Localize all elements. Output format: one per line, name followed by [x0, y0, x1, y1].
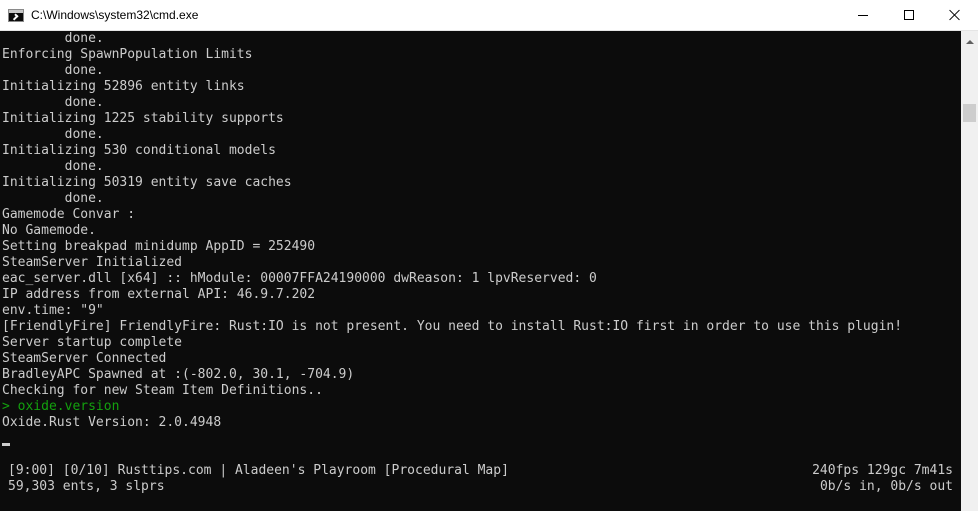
arrow-up-icon [965, 39, 974, 44]
console-line: done. [2, 95, 104, 110]
close-icon [949, 9, 961, 21]
maximize-button[interactable] [886, 0, 932, 31]
text-cursor [2, 443, 10, 446]
command-input-line: > oxide.version [2, 399, 120, 414]
console-line: done. [2, 191, 104, 206]
console-line: SteamServer Connected [2, 351, 167, 366]
console-line: Initializing 52896 entity links [2, 79, 245, 94]
console-line: done. [2, 63, 104, 78]
console-line: Setting breakpad minidump AppID = 252490 [2, 239, 316, 254]
server-info: [9:00] [0/10] Rusttips.com | Aladeen's P… [8, 463, 509, 478]
console-line: No Gamemode. [2, 223, 96, 238]
title-bar[interactable]: C:\Windows\system32\cmd.exe [0, 0, 978, 31]
console-line: Checking for new Steam Item Definitions.… [2, 383, 323, 398]
console-line: done. [2, 159, 104, 174]
console-line: done. [2, 127, 104, 142]
console-log: done. Enforcing SpawnPopulation Limits do… [2, 31, 902, 431]
vertical-scrollbar[interactable] [961, 31, 978, 511]
entity-count: 59,303 ents, 3 slprs [8, 479, 165, 494]
console-line: done. [2, 31, 104, 46]
console-line: [FriendlyFire] FriendlyFire: Rust:IO is … [2, 319, 903, 334]
console-line: BradleyAPC Spawned at :(-802.0, 30.1, -7… [2, 367, 355, 382]
cmd-icon[interactable] [8, 8, 24, 22]
console-line: Initializing 530 conditional models [2, 143, 276, 158]
console-output[interactable]: done. Enforcing SpawnPopulation Limits do… [0, 31, 961, 511]
console-line: Gamemode Convar : [2, 207, 136, 222]
maximize-icon [904, 10, 914, 20]
window-title: C:\Windows\system32\cmd.exe [31, 8, 199, 22]
console-line: IP address from external API: 46.9.7.202 [2, 287, 316, 302]
console-line: Server startup complete [2, 335, 183, 350]
console-line: SteamServer Initialized [2, 255, 183, 270]
console-line: Enforcing SpawnPopulation Limits [2, 47, 253, 62]
console-line: env.time: "9" [2, 303, 104, 318]
scroll-thumb[interactable] [963, 104, 976, 122]
window-controls [840, 0, 978, 31]
console-line: Initializing 1225 stability supports [2, 111, 284, 126]
minimize-icon [858, 14, 868, 16]
network-stats: 0b/s in, 0b/s out [819, 479, 953, 494]
scroll-up-button[interactable] [961, 33, 978, 50]
console-line: eac_server.dll [x64] :: hModule: 00007FF… [2, 271, 597, 286]
status-row-2: 59,303 ents, 3 slprs 0b/s in, 0b/s out [8, 479, 953, 495]
console-line: Oxide.Rust Version: 2.0.4948 [2, 415, 222, 430]
console-line: Initializing 50319 entity save caches [2, 175, 292, 190]
minimize-button[interactable] [840, 0, 886, 31]
close-button[interactable] [932, 0, 978, 31]
status-row-1: [9:00] [0/10] Rusttips.com | Aladeen's P… [8, 463, 953, 479]
performance-stats: 240fps 129gc 7m41s [812, 463, 953, 478]
